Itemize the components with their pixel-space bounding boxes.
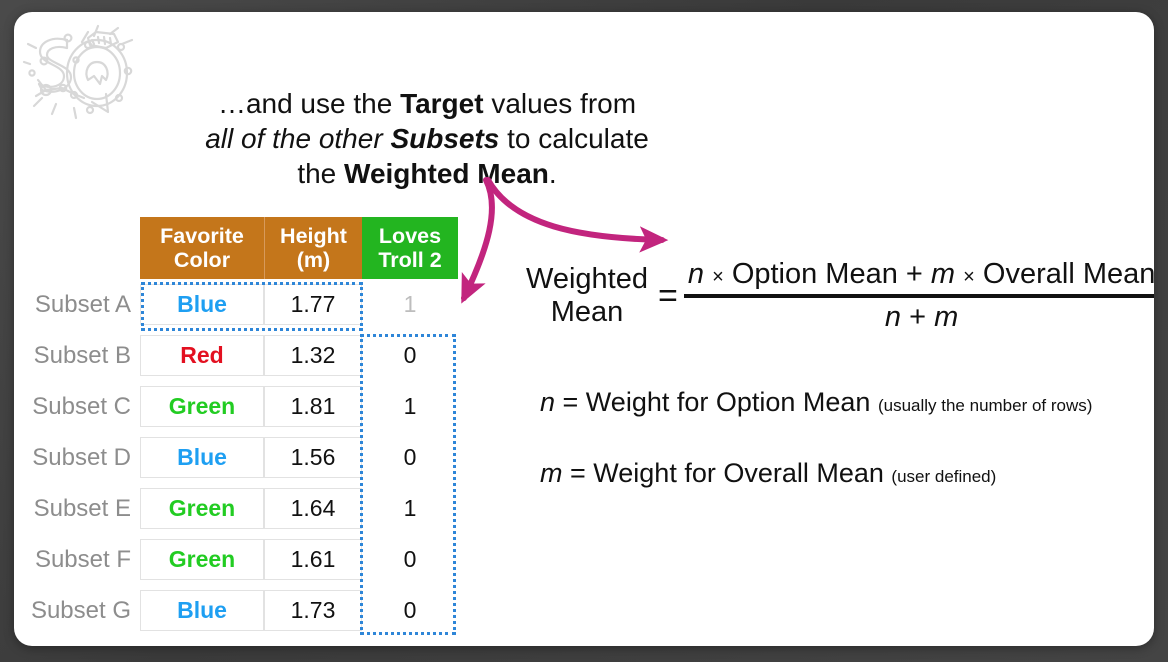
table-header-row: Favorite Color Height (m) Loves Troll 2 (14, 217, 458, 279)
cell-favorite-color: Blue (140, 437, 264, 478)
statquest-sq-logo-icon (22, 24, 134, 120)
cell-loves-troll-2: 1 (362, 488, 458, 529)
row-label: Subset D (32, 443, 131, 471)
column-header-favorite-color: Favorite Color (140, 217, 264, 279)
table-row: Subset A Blue 1.77 1 (14, 279, 458, 330)
cell-loves-troll-2: 0 (362, 590, 458, 631)
table-corner-spacer (14, 217, 140, 279)
row-label: Subset G (30, 596, 131, 624)
subsets-table: Favorite Color Height (m) Loves Troll 2 Sub… (14, 217, 458, 636)
headline-text: all of the other (205, 123, 391, 154)
table-row: Subset G Blue 1.73 0 (14, 585, 458, 636)
headline-emphasis-subsets: Subsets (390, 123, 500, 154)
cell-value: Blue (177, 291, 227, 317)
column-header-height: Height (m) (264, 217, 362, 279)
page-title: …and use the Target values from all of t… (162, 86, 692, 191)
formula-denominator: n + m (884, 301, 959, 333)
cell-favorite-color: Red (140, 335, 264, 376)
formula-equals-sign: = (658, 276, 678, 315)
legend-n-definition: n = Weight for Option Mean (usually the … (540, 387, 1093, 417)
row-label: Subset E (33, 494, 131, 522)
formula-label: Weighted Mean (526, 263, 648, 328)
cell-favorite-color: Green (140, 539, 264, 580)
formula-fraction: n × Option Mean + m × Overall Mean n + m (683, 258, 1154, 334)
legend-m-definition: m = Weight for Overall Mean (user define… (540, 458, 997, 488)
headline-emphasis-weighted-mean: Weighted Mean (344, 158, 549, 189)
cell-height: 1.61 (264, 539, 362, 580)
cell-favorite-color: Blue (140, 590, 264, 631)
headline-emphasis-target: Target (400, 88, 484, 119)
cell-height: 1.81 (264, 386, 362, 427)
table-row: Subset B Red 1.32 0 (14, 330, 458, 381)
table-row: Subset D Blue 1.56 0 (14, 432, 458, 483)
cell-loves-troll-2: 1 (362, 386, 458, 427)
cell-value: Green (168, 495, 236, 521)
arrow-to-target-column (461, 177, 495, 304)
table-row: Subset C Green 1.81 1 (14, 381, 458, 432)
cell-height: 1.73 (264, 590, 362, 631)
row-label: Subset B (33, 341, 131, 369)
row-label: Subset C (32, 392, 131, 420)
cell-favorite-color: Green (140, 488, 264, 529)
cell-value: Red (180, 342, 224, 368)
row-label: Subset F (34, 545, 131, 573)
cell-loves-troll-2: 0 (362, 539, 458, 580)
table-row: Subset F Green 1.61 0 (14, 534, 458, 585)
headline-text: the (297, 158, 345, 189)
cell-loves-troll-2: 0 (362, 437, 458, 478)
headline-line-3: the Weighted Mean. (162, 156, 692, 191)
table-row: Subset E Green 1.64 1 (14, 483, 458, 534)
row-label: Subset A (34, 290, 131, 318)
cell-height: 1.77 (264, 284, 362, 325)
cell-height: 1.32 (264, 335, 362, 376)
cell-height: 1.56 (264, 437, 362, 478)
cell-favorite-color: Green (140, 386, 264, 427)
cell-loves-troll-2: 1 (362, 284, 458, 325)
column-header-loves-troll-2: Loves Troll 2 (362, 217, 458, 279)
cell-favorite-color: Blue (140, 284, 264, 325)
headline-line-1: …and use the Target values from (162, 86, 692, 121)
headline-line-2: all of the other Subsets to calculate (162, 121, 692, 156)
cell-value: Green (168, 393, 236, 419)
slide-canvas: …and use the Target values from all of t… (14, 12, 1154, 646)
cell-height: 1.64 (264, 488, 362, 529)
cell-value: Green (168, 546, 236, 572)
headline-text: values from (483, 88, 637, 119)
cell-value: Blue (177, 597, 227, 623)
weighted-mean-formula: Weighted Mean = n × Option Mean + m × Ove… (526, 258, 1154, 334)
formula-numerator: n × Option Mean + m × Overall Mean (687, 258, 1154, 290)
headline-text: …and use the (217, 88, 401, 119)
cell-value: Blue (177, 444, 227, 470)
headline-text: . (548, 158, 557, 189)
slide-frame: …and use the Target values from all of t… (0, 0, 1168, 662)
cell-loves-troll-2: 0 (362, 335, 458, 376)
headline-text: to calculate (499, 123, 649, 154)
